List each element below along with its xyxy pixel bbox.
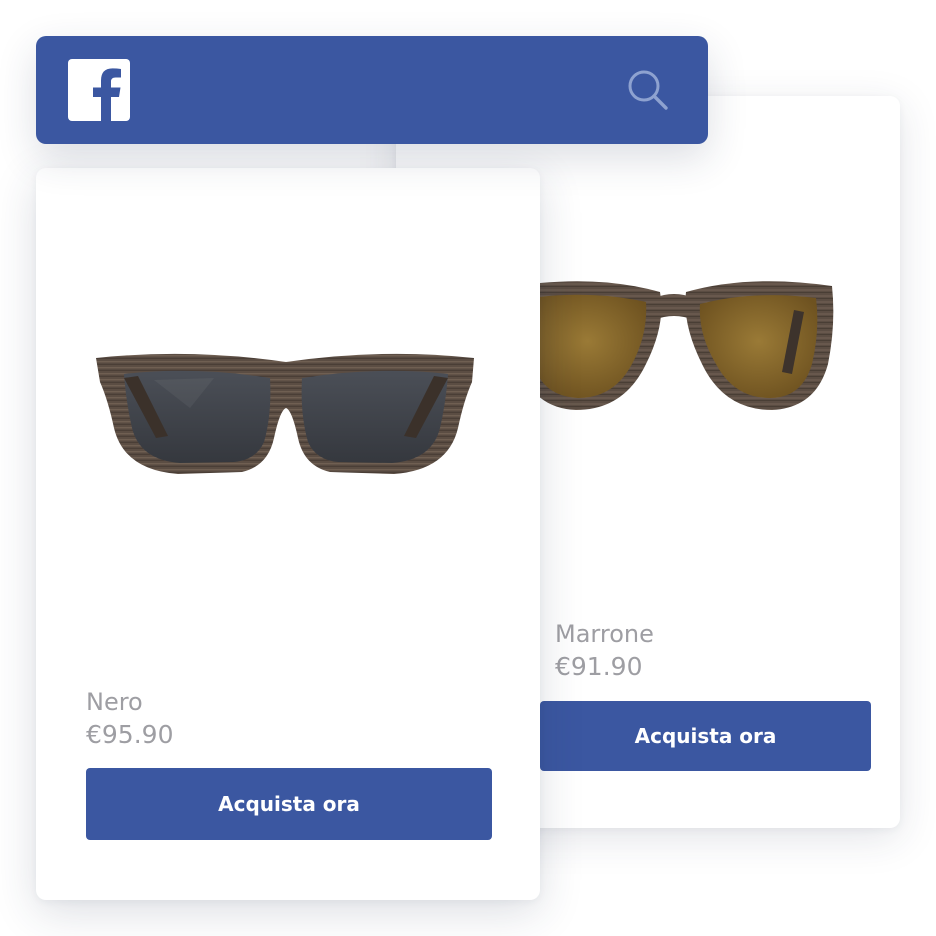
product-name: Marrone <box>555 620 654 648</box>
facebook-header-bar <box>36 36 708 144</box>
ad-preview-stage: Marrone €91.90 Acquista ora Nero €95.90 … <box>0 0 936 936</box>
product-card-nero: Nero €95.90 Acquista ora <box>36 168 540 900</box>
product-price: €91.90 <box>555 652 643 681</box>
facebook-logo-icon[interactable] <box>68 59 130 121</box>
product-image-nero[interactable] <box>94 348 478 484</box>
product-price: €95.90 <box>86 720 174 749</box>
buy-now-button[interactable]: Acquista ora <box>86 768 492 840</box>
buy-now-button[interactable]: Acquista ora <box>540 701 871 771</box>
search-icon[interactable] <box>624 66 672 114</box>
product-name: Nero <box>86 688 143 716</box>
